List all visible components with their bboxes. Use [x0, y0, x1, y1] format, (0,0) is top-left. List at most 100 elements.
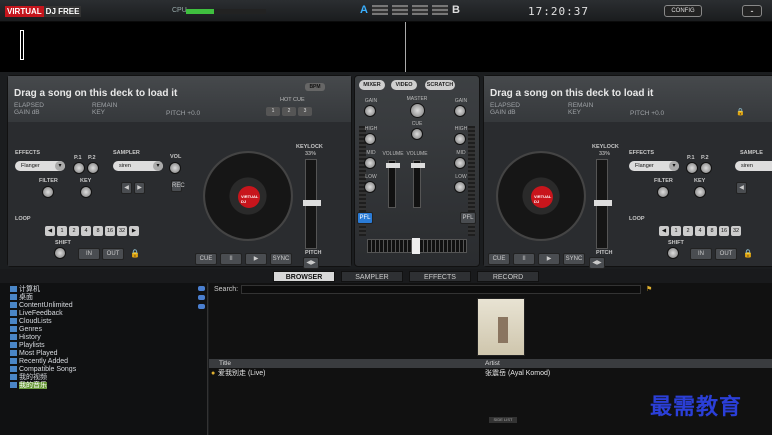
- effect-param1-knob[interactable]: [73, 162, 85, 174]
- loop-32-button[interactable]: 32: [731, 226, 741, 236]
- tree-item[interactable]: 计算机: [10, 286, 40, 294]
- bpm-button[interactable]: BPM: [305, 83, 325, 91]
- deck-right[interactable]: Drag a song on this deck to load it ELAP…: [483, 75, 772, 269]
- tree-item-selected[interactable]: 我的音乐: [10, 382, 47, 390]
- tree-item[interactable]: CloudLists: [10, 318, 52, 326]
- effects-dropdown[interactable]: Flanger ▾: [15, 161, 65, 171]
- mixer-panel[interactable]: MIXER VIDEO SCRATCH GAIN GAIN MASTER CUE…: [354, 75, 480, 267]
- key-knob[interactable]: [694, 186, 706, 198]
- jog-wheel[interactable]: VIRTUAL DJ: [203, 151, 293, 241]
- sampler-prev-button[interactable]: ◀: [121, 182, 132, 194]
- minimize-button[interactable]: -: [742, 5, 762, 17]
- volume-left-fader[interactable]: [386, 160, 400, 208]
- loop-8-button[interactable]: 8: [707, 226, 717, 236]
- loop-32-button[interactable]: 32: [117, 226, 127, 236]
- pitch-bend-buttons[interactable]: ◀▶: [589, 257, 605, 269]
- deck-b-label[interactable]: B: [452, 4, 460, 16]
- side-list-button[interactable]: SIDE LIST: [489, 417, 517, 423]
- loop-8-button[interactable]: 8: [93, 226, 103, 236]
- deck-left[interactable]: Drag a song on this deck to load it ELAP…: [7, 75, 352, 269]
- sampler-next-button[interactable]: ▶: [134, 182, 145, 194]
- sync-button[interactable]: SYNC: [563, 253, 585, 265]
- tree-item[interactable]: Most Played: [10, 350, 58, 358]
- filter-knob[interactable]: [657, 186, 669, 198]
- tree-item[interactable]: Compatible Songs: [10, 366, 76, 374]
- lock-icon[interactable]: 🔒: [743, 249, 753, 258]
- master-volume-knob[interactable]: [410, 103, 425, 118]
- pitch-slider[interactable]: [303, 159, 321, 249]
- pitch-bend-buttons[interactable]: ◀▶: [303, 257, 319, 269]
- tree-item[interactable]: Recently Added: [10, 358, 68, 366]
- effect-param2-knob[interactable]: [87, 162, 99, 174]
- jog-wheel[interactable]: VIRTUAL DJ: [496, 151, 586, 241]
- sampler-volume-knob[interactable]: [169, 162, 181, 174]
- lock-icon[interactable]: 🔒: [130, 249, 140, 258]
- column-title[interactable]: Title: [219, 359, 231, 368]
- folder-tree[interactable]: 计算机 桌面 ContentUnlimited LiveFeedback Clo…: [0, 283, 208, 435]
- tab-mixer[interactable]: MIXER: [359, 80, 385, 90]
- loop-in-button[interactable]: IN: [78, 248, 100, 260]
- loop-length-buttons[interactable]: ◀ 1 2 4 8 16 32 ▶: [45, 226, 139, 236]
- sampler-dropdown[interactable]: siren ▾: [113, 161, 163, 171]
- tab-video[interactable]: VIDEO: [391, 80, 417, 90]
- loop-left-arrow-icon[interactable]: ◀: [45, 226, 55, 236]
- pitch-slider-handle[interactable]: [303, 200, 321, 206]
- fader-handle[interactable]: [411, 163, 425, 168]
- pause-button[interactable]: II: [220, 253, 242, 265]
- hotcue-2-button[interactable]: 2: [282, 107, 296, 116]
- hotcue-buttons[interactable]: 1 2 3: [266, 107, 312, 116]
- tree-item[interactable]: Playlists: [10, 342, 45, 350]
- pitch-slider[interactable]: [594, 159, 612, 249]
- column-artist[interactable]: Artist: [485, 359, 500, 368]
- loop-16-button[interactable]: 16: [105, 226, 115, 236]
- loop-2-button[interactable]: 2: [683, 226, 693, 236]
- play-button[interactable]: ▶: [245, 253, 267, 265]
- loop-4-button[interactable]: 4: [81, 226, 91, 236]
- crossfader[interactable]: [367, 238, 467, 254]
- chevron-down-icon[interactable]: ▾: [669, 161, 679, 171]
- cue-button[interactable]: CUE: [488, 253, 510, 265]
- tree-side-icons[interactable]: [198, 286, 208, 313]
- tab-scratch[interactable]: SCRATCH: [425, 80, 455, 90]
- search-input[interactable]: [241, 285, 641, 294]
- tree-item[interactable]: ContentUnlimited: [10, 302, 73, 310]
- deck-layout-switch[interactable]: A B: [360, 4, 460, 16]
- deck-a-label[interactable]: A: [360, 4, 368, 16]
- loop-left-arrow-icon[interactable]: ◀: [659, 226, 669, 236]
- sync-button[interactable]: SYNC: [270, 253, 292, 265]
- loop-length-buttons[interactable]: ◀ 1 2 4 8 16 32: [659, 226, 741, 236]
- play-button[interactable]: ▶: [538, 253, 560, 265]
- mid-right-knob[interactable]: [454, 157, 466, 169]
- tab-browser[interactable]: BROWSER: [273, 271, 335, 282]
- layout-slot-icon[interactable]: [371, 5, 388, 15]
- volume-right-fader[interactable]: [411, 160, 425, 208]
- pause-button[interactable]: II: [513, 253, 535, 265]
- loop-4-button[interactable]: 4: [695, 226, 705, 236]
- mid-left-knob[interactable]: [364, 157, 376, 169]
- tab-record[interactable]: RECORD: [477, 271, 539, 282]
- table-row[interactable]: ● 爱我别走 (Live) 张震岳 (Ayal Komod): [209, 369, 772, 378]
- effect-param2-knob[interactable]: [700, 162, 712, 174]
- hotcue-3-button[interactable]: 3: [298, 107, 312, 116]
- loop-out-button[interactable]: OUT: [102, 248, 124, 260]
- filter-knob[interactable]: [42, 186, 54, 198]
- key-knob[interactable]: [80, 186, 92, 198]
- filter-icon[interactable]: [198, 295, 205, 300]
- playlist-icon[interactable]: [198, 304, 205, 309]
- effects-dropdown[interactable]: Flanger ▾: [629, 161, 679, 171]
- low-right-knob[interactable]: [454, 181, 466, 193]
- sampler-dropdown[interactable]: siren: [735, 161, 772, 171]
- low-left-knob[interactable]: [364, 181, 376, 193]
- loop-1-button[interactable]: 1: [671, 226, 681, 236]
- chevron-down-icon[interactable]: ▾: [55, 161, 65, 171]
- gain-right-knob[interactable]: [454, 105, 466, 117]
- shift-knob[interactable]: [667, 247, 679, 259]
- config-button[interactable]: CONFIG: [664, 5, 702, 17]
- loop-2-button[interactable]: 2: [69, 226, 79, 236]
- tree-item[interactable]: 我的视频: [10, 374, 47, 382]
- loop-right-arrow-icon[interactable]: ▶: [129, 226, 139, 236]
- search-options-icon[interactable]: ⚑: [646, 285, 652, 293]
- high-right-knob[interactable]: [454, 133, 466, 145]
- tree-item[interactable]: 桌面: [10, 294, 33, 302]
- loop-16-button[interactable]: 16: [719, 226, 729, 236]
